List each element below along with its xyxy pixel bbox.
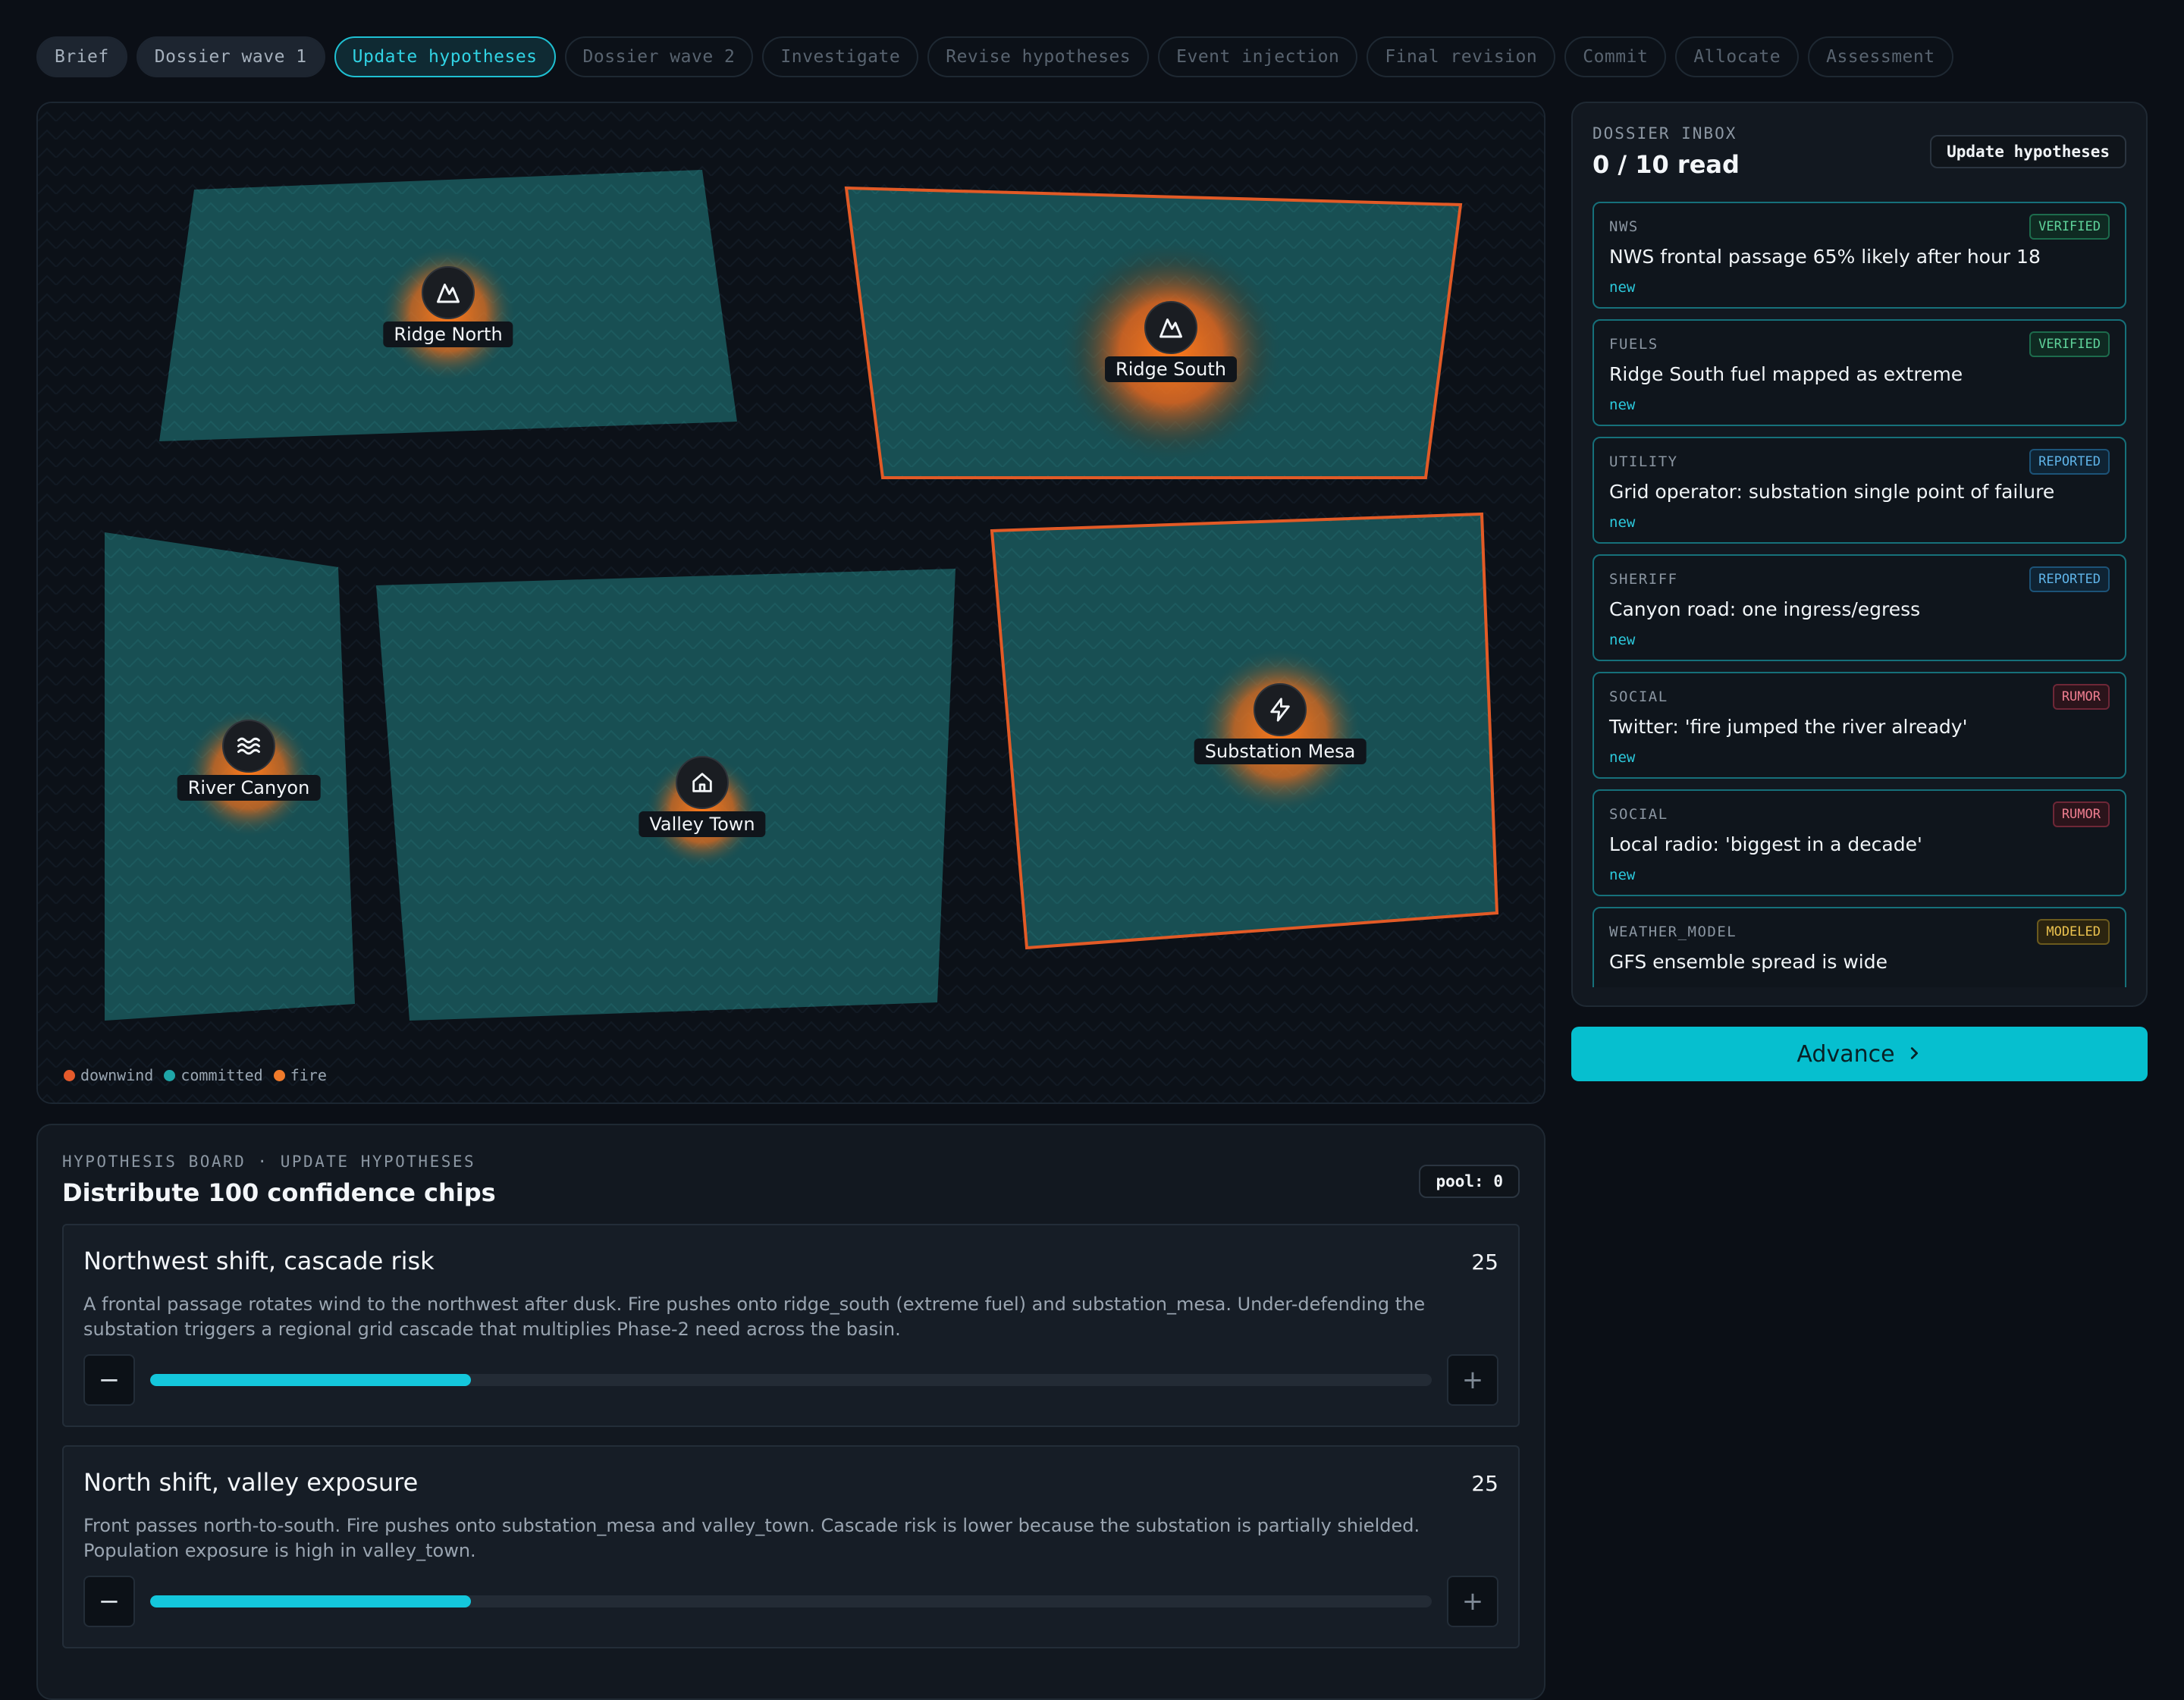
inbox-card[interactable]: UTILITY REPORTED Grid operator: substati… — [1592, 437, 2126, 544]
status-badge: MODELED — [2037, 919, 2110, 945]
phase-bar: Brief Dossier wave 1 Update hypotheses D… — [36, 36, 1953, 77]
phase-dossier-wave-1[interactable]: Dossier wave 1 — [136, 36, 325, 77]
hypothesis-value: 25 — [1471, 1250, 1498, 1275]
hypothesis-description: Front passes north-to-south. Fire pushes… — [83, 1515, 1420, 1561]
zone-label-ridge-north: Ridge North — [383, 321, 513, 347]
hypothesis-description: A frontal passage rotates wind to the no… — [83, 1294, 1426, 1340]
plus-icon: + — [1461, 1586, 1484, 1617]
zone-label-substation-mesa: Substation Mesa — [1194, 739, 1367, 764]
inbox-card[interactable]: SOCIAL RUMOR Twitter: 'fire jumped the r… — [1592, 672, 2126, 779]
phase-event-injection[interactable]: Event injection — [1158, 36, 1358, 77]
inbox-card[interactable]: SHERIFF REPORTED Canyon road: one ingres… — [1592, 554, 2126, 661]
hypothesis-board: HYPOTHESIS BOARD · UPDATE HYPOTHESES Dis… — [36, 1124, 1545, 1700]
dossier-inbox: DOSSIER INBOX 0 / 10 read Update hypothe… — [1571, 102, 2148, 1007]
confidence-slider[interactable] — [150, 1595, 1432, 1607]
zone-label-ridge-south: Ridge South — [1105, 356, 1237, 382]
advance-button[interactable]: Advance — [1571, 1027, 2148, 1081]
legend-fire: fire — [273, 1066, 327, 1084]
status-badge: REPORTED — [2029, 566, 2110, 592]
phase-update-hypotheses[interactable]: Update hypotheses — [334, 36, 556, 77]
mountain-icon — [422, 266, 475, 319]
legend-committed: committed — [164, 1066, 263, 1084]
confidence-fill — [150, 1374, 471, 1386]
lightning-icon — [1254, 683, 1307, 736]
minus-icon: − — [98, 1365, 121, 1395]
hypothesis-title: Northwest shift, cascade risk — [83, 1247, 435, 1275]
board-kicker: HYPOTHESIS BOARD · UPDATE HYPOTHESES — [62, 1153, 476, 1171]
inbox-phase-tag: Update hypotheses — [1930, 135, 2126, 168]
plus-icon: + — [1461, 1365, 1484, 1395]
mountain-icon — [1144, 301, 1197, 354]
inbox-list[interactable]: NWS VERIFIED NWS frontal passage 65% lik… — [1592, 202, 2126, 987]
legend-downwind: downwind — [64, 1066, 153, 1084]
phase-assessment[interactable]: Assessment — [1808, 36, 1953, 77]
legend-committed-swatch — [164, 1069, 176, 1081]
confidence-slider[interactable] — [150, 1374, 1432, 1386]
legend-fire-swatch — [273, 1069, 285, 1081]
advance-label: Advance — [1796, 1040, 1895, 1068]
decrement-button[interactable]: − — [83, 1354, 135, 1406]
phase-commit[interactable]: Commit — [1564, 36, 1667, 77]
chevron-right-icon — [1906, 1041, 1922, 1068]
hypothesis-card: Northwest shift, cascade risk 25 A front… — [62, 1224, 1520, 1427]
phase-investigate[interactable]: Investigate — [762, 36, 919, 77]
legend-downwind-swatch — [64, 1069, 75, 1081]
board-title: Distribute 100 confidence chips — [62, 1178, 496, 1207]
phase-final-revision[interactable]: Final revision — [1367, 36, 1556, 77]
map-canvas — [38, 103, 1544, 1102]
phase-allocate[interactable]: Allocate — [1675, 36, 1800, 77]
pool-badge: pool: 0 — [1419, 1165, 1520, 1198]
increment-button[interactable]: + — [1447, 1576, 1498, 1627]
inbox-card[interactable]: SOCIAL RUMOR Local radio: 'biggest in a … — [1592, 789, 2126, 896]
status-badge: VERIFIED — [2029, 214, 2110, 240]
status-badge: REPORTED — [2029, 449, 2110, 475]
status-badge: VERIFIED — [2029, 331, 2110, 357]
waves-icon — [222, 720, 275, 773]
map-legend: downwind committed fire — [64, 1066, 327, 1084]
map-panel: Ridge North Ridge South River Canyon Val… — [36, 102, 1545, 1104]
minus-icon: − — [98, 1586, 121, 1617]
hypothesis-value: 25 — [1471, 1471, 1498, 1496]
status-badge: RUMOR — [2052, 684, 2110, 710]
hypothesis-title: North shift, valley exposure — [83, 1468, 419, 1497]
inbox-read-count: 0 / 10 read — [1592, 150, 1740, 179]
increment-button[interactable]: + — [1447, 1354, 1498, 1406]
hypothesis-card: North shift, valley exposure 25 Front pa… — [62, 1445, 1520, 1648]
inbox-card[interactable]: FUELS VERIFIED Ridge South fuel mapped a… — [1592, 319, 2126, 426]
home-icon — [676, 756, 729, 809]
inbox-card[interactable]: NWS VERIFIED NWS frontal passage 65% lik… — [1592, 202, 2126, 309]
confidence-fill — [150, 1595, 471, 1607]
status-badge: RUMOR — [2052, 801, 2110, 827]
decrement-button[interactable]: − — [83, 1576, 135, 1627]
zone-label-river-canyon: River Canyon — [177, 775, 321, 801]
inbox-card[interactable]: WEATHER_MODEL MODELED GFS ensemble sprea… — [1592, 907, 2126, 987]
zone-label-valley-town: Valley Town — [639, 811, 766, 837]
phase-revise-hypotheses[interactable]: Revise hypotheses — [927, 36, 1150, 77]
phase-brief[interactable]: Brief — [36, 36, 127, 77]
phase-dossier-wave-2[interactable]: Dossier wave 2 — [564, 36, 754, 77]
inbox-kicker: DOSSIER INBOX — [1592, 124, 1737, 143]
